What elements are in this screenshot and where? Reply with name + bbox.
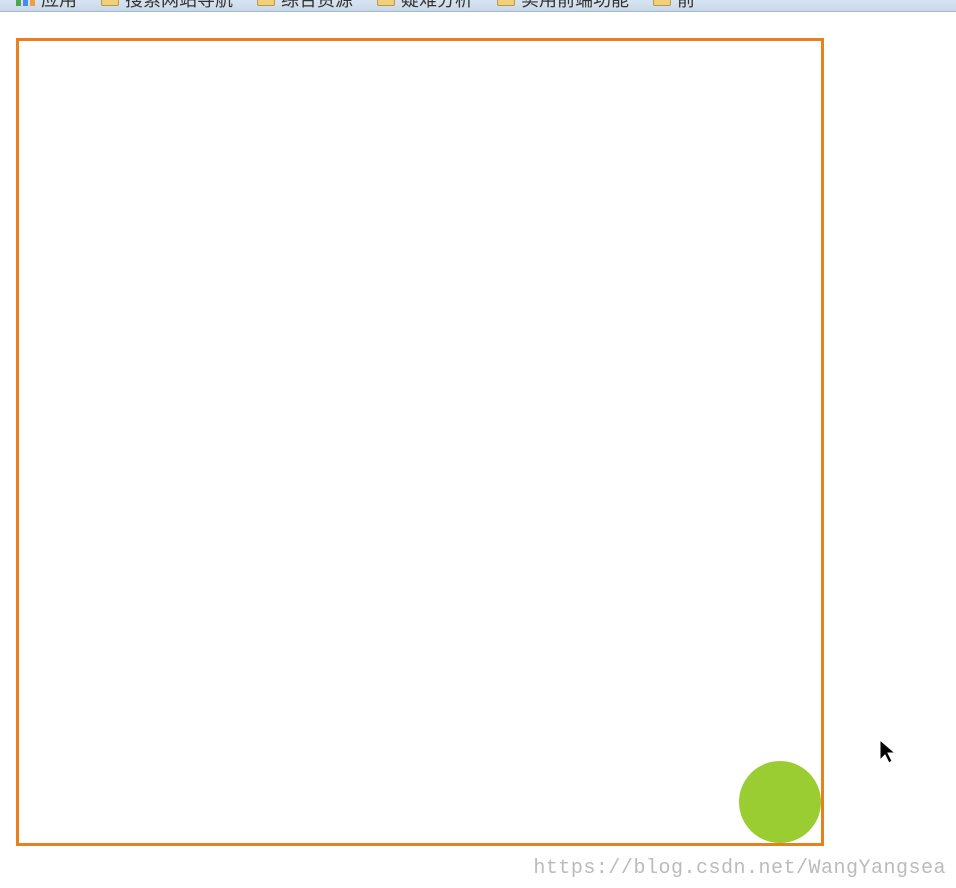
canvas-container[interactable]: [16, 38, 824, 846]
watermark-text: https://blog.csdn.net/WangYangsea: [533, 857, 946, 880]
folder-icon: [101, 0, 119, 6]
folder-icon: [377, 0, 395, 6]
bookmark-folder-resources[interactable]: 综合资源: [257, 0, 353, 12]
folder-icon: [653, 0, 671, 6]
apps-logo-icon: [16, 0, 35, 6]
cursor-icon: [878, 738, 898, 766]
bookmark-label: 疑难分析: [401, 0, 473, 12]
bookmark-apps[interactable]: 应用: [16, 0, 77, 12]
bookmark-folder-frontend[interactable]: 实用前端功能: [497, 0, 629, 12]
bookmark-bar: 应用 搜索网站导航 综合资源 疑难分析 实用前端功能 前: [0, 0, 956, 12]
bookmark-folder-search[interactable]: 搜索网站导航: [101, 0, 233, 12]
bookmark-label: 实用前端功能: [521, 0, 629, 12]
folder-icon: [497, 0, 515, 6]
bookmark-folder-analysis[interactable]: 疑难分析: [377, 0, 473, 12]
bookmark-label: 搜索网站导航: [125, 0, 233, 12]
bookmark-label: 前: [677, 0, 695, 12]
bookmark-label: 综合资源: [281, 0, 353, 12]
bookmark-folder-partial[interactable]: 前: [653, 0, 695, 12]
draggable-ball[interactable]: [739, 761, 821, 843]
folder-icon: [257, 0, 275, 6]
bookmark-label: 应用: [41, 0, 77, 12]
